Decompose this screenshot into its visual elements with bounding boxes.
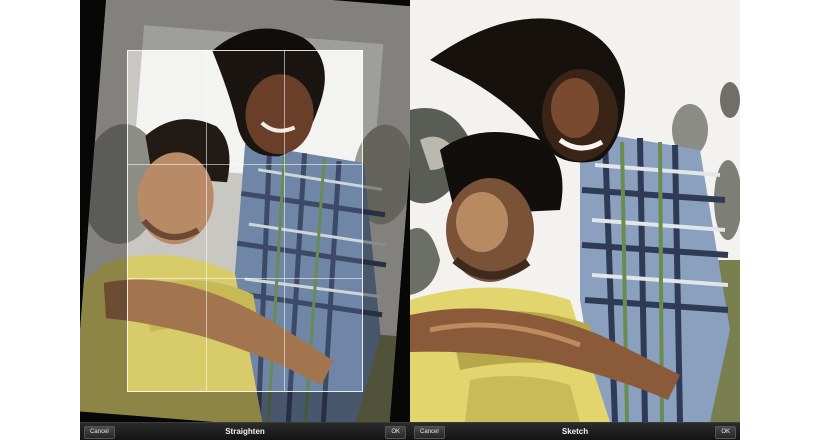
grid-line-horizontal	[128, 164, 362, 166]
cancel-button[interactable]: Cancel	[414, 426, 445, 439]
grid-line-vertical	[283, 51, 285, 391]
crop-dim-bottom	[80, 392, 410, 422]
toolbar-title: Sketch	[561, 427, 589, 436]
ok-button[interactable]: OK	[715, 426, 736, 439]
straighten-panel: Cancel Straighten OK	[80, 0, 410, 440]
bottom-toolbar: Cancel Straighten OK	[80, 422, 410, 440]
sketch-photo	[410, 0, 740, 422]
sketch-canvas[interactable]	[410, 0, 740, 422]
straighten-canvas[interactable]	[80, 0, 410, 422]
grid-line-horizontal	[128, 277, 362, 279]
crop-dim-right	[363, 50, 410, 392]
bottom-toolbar: Cancel Sketch OK	[410, 422, 740, 440]
toolbar-title: Straighten	[225, 427, 265, 436]
grid-line-vertical	[205, 51, 207, 391]
sketch-panel: Cancel Sketch OK	[410, 0, 740, 440]
crop-dim-left	[80, 50, 127, 392]
cancel-button[interactable]: Cancel	[84, 426, 115, 439]
crop-grid[interactable]	[127, 50, 363, 392]
ok-button[interactable]: OK	[385, 426, 406, 439]
crop-dim-top	[80, 0, 410, 50]
